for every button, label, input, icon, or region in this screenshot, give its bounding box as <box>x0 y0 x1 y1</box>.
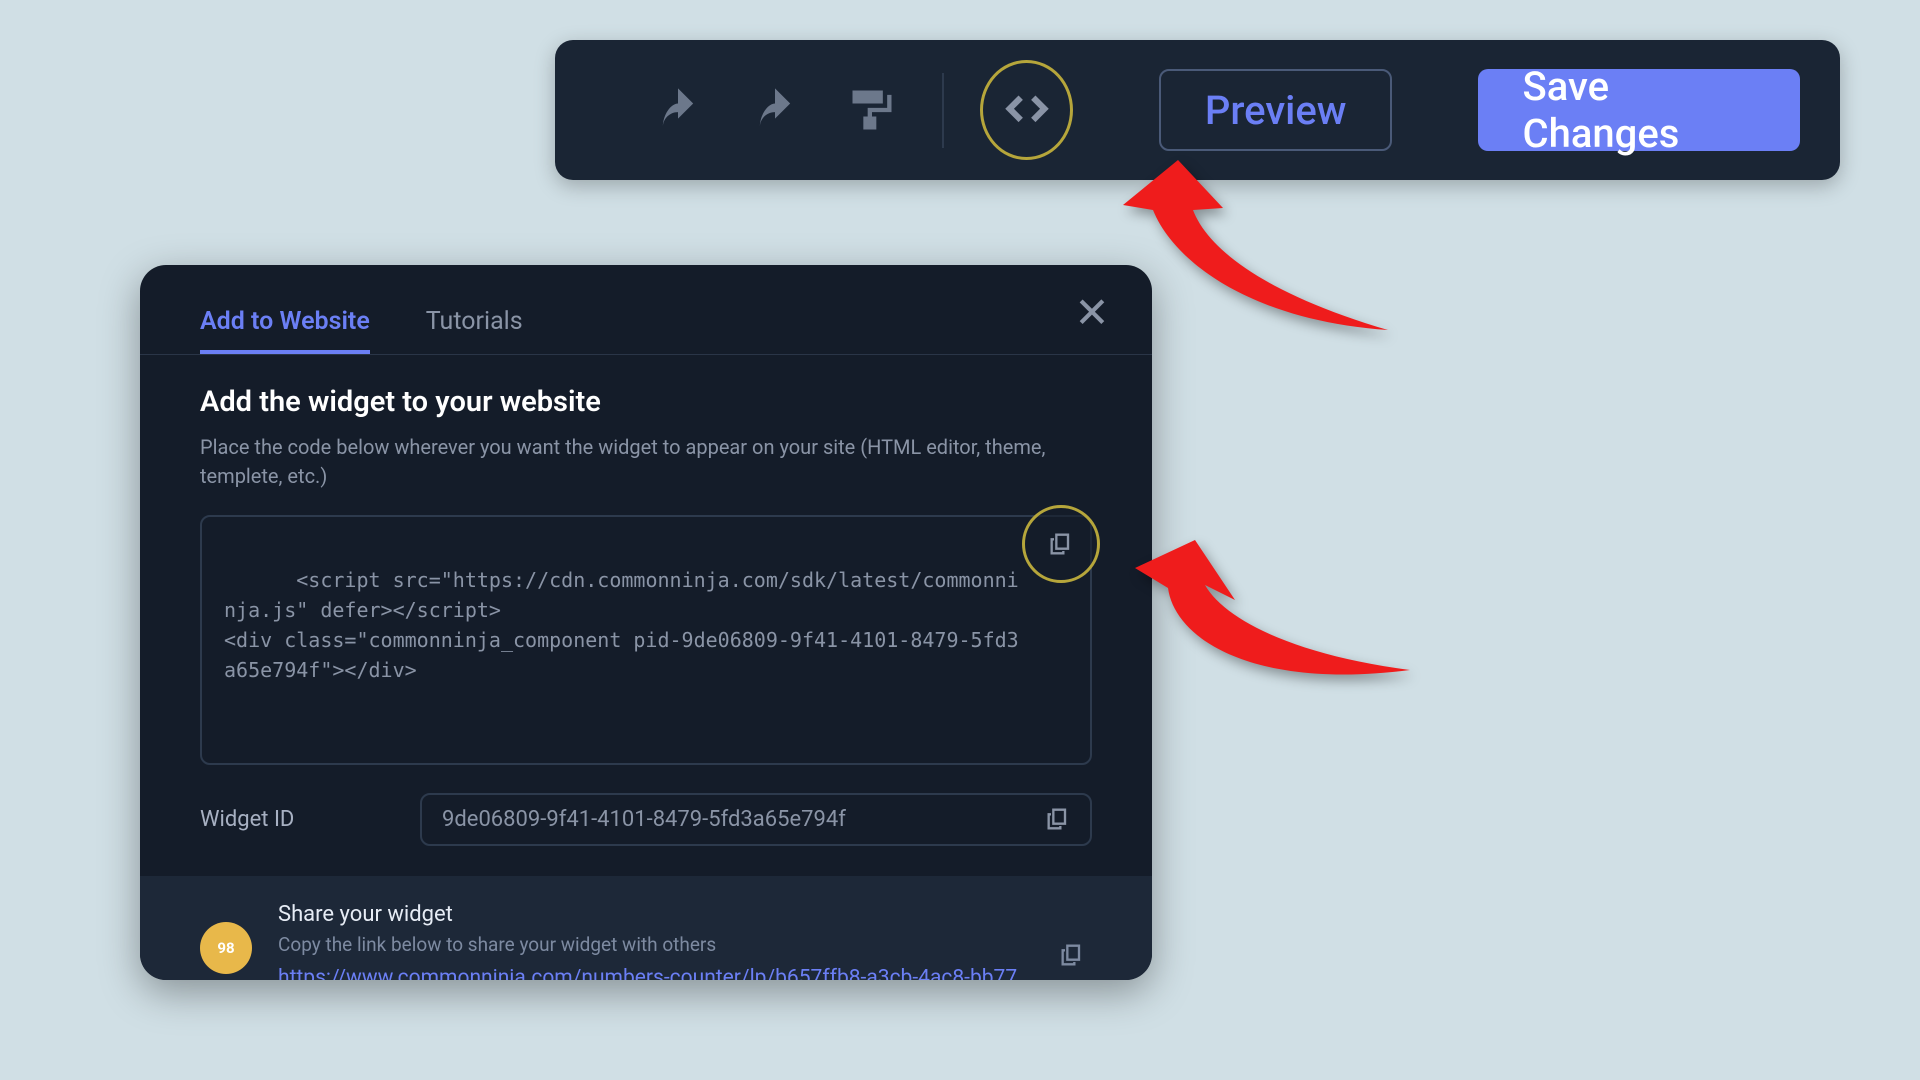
widget-id-box[interactable]: 9de06809-9f41-4101-8479-5fd3a65e794f <box>420 793 1092 846</box>
code-icon <box>998 81 1056 139</box>
undo-icon <box>652 84 704 136</box>
share-section: 98 Share your widget Copy the link below… <box>140 876 1152 980</box>
embed-code-button[interactable] <box>980 60 1073 160</box>
embed-code-text: <script src="https://cdn.commonninja.com… <box>224 568 1019 682</box>
toolbar-separator <box>942 73 944 148</box>
paint-format-button[interactable] <box>837 73 906 148</box>
redo-button[interactable] <box>740 73 809 148</box>
widget-id-value: 9de06809-9f41-4101-8479-5fd3a65e794f <box>442 807 846 832</box>
widget-avatar-icon: 98 <box>200 922 252 974</box>
copy-icon <box>1058 941 1086 969</box>
embed-code-box[interactable]: <script src="https://cdn.commonninja.com… <box>200 515 1092 765</box>
annotation-arrow-top <box>1118 150 1418 354</box>
copy-widget-id-button[interactable] <box>1044 805 1074 835</box>
share-subtitle: Copy the link below to share your widget… <box>278 933 1032 956</box>
tab-add-to-website[interactable]: Add to Website <box>200 307 370 354</box>
modal-tabs: Add to Website Tutorials <box>140 265 1152 355</box>
paint-roller-icon <box>846 84 898 136</box>
copy-code-button[interactable] <box>1022 505 1100 583</box>
close-icon: ✕ <box>1074 288 1109 338</box>
tab-label: Add to Website <box>200 307 370 336</box>
tab-label: Tutorials <box>426 307 523 336</box>
save-changes-button[interactable]: Save Changes <box>1478 69 1799 151</box>
redo-icon <box>749 84 801 136</box>
copy-share-link-button[interactable] <box>1058 941 1092 975</box>
modal-body: Add the widget to your website Place the… <box>140 355 1152 876</box>
annotation-arrow-bottom <box>1135 500 1435 704</box>
copy-icon <box>1047 530 1075 558</box>
save-label: Save Changes <box>1522 63 1755 157</box>
tab-tutorials[interactable]: Tutorials <box>426 307 523 354</box>
section-description: Place the code below wherever you want t… <box>200 433 1060 491</box>
preview-label: Preview <box>1205 87 1347 134</box>
share-title: Share your widget <box>278 902 1032 927</box>
copy-icon <box>1044 805 1072 833</box>
preview-button[interactable]: Preview <box>1159 69 1393 151</box>
undo-button[interactable] <box>643 73 712 148</box>
share-link[interactable]: https://www.commonninja.com/numbers-coun… <box>278 966 1018 980</box>
widget-id-label: Widget ID <box>200 807 380 832</box>
close-button[interactable]: ✕ <box>1066 287 1118 339</box>
add-to-website-modal: ✕ Add to Website Tutorials Add the widge… <box>140 265 1152 980</box>
widget-id-row: Widget ID 9de06809-9f41-4101-8479-5fd3a6… <box>200 793 1092 846</box>
section-title: Add the widget to your website <box>200 385 1092 419</box>
